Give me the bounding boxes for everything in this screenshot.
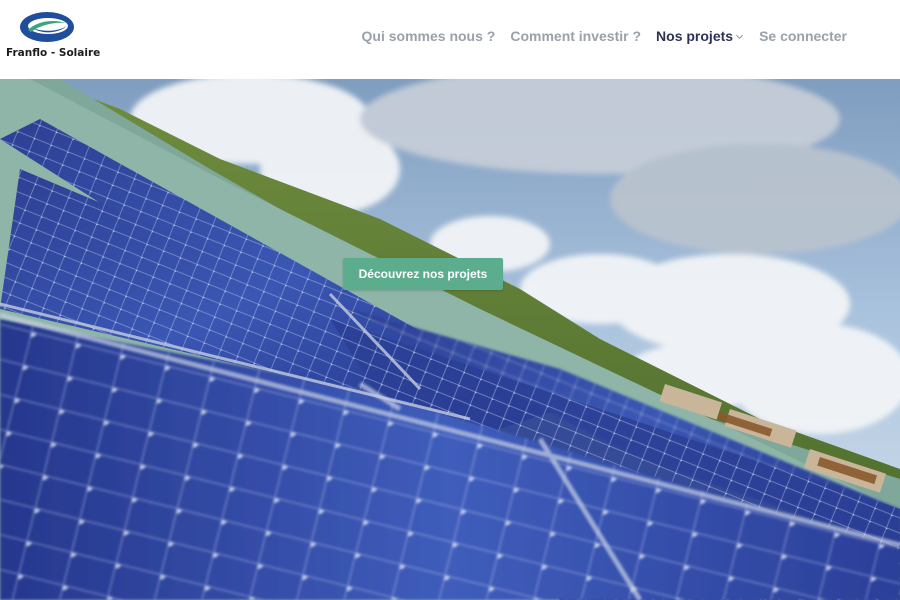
site-header: Franflo - Solaire Qui sommes nous ? Comm… [0, 0, 900, 79]
discover-projects-button[interactable]: Découvrez nos projets [343, 258, 503, 290]
brand-logo[interactable]: Franflo - Solaire [6, 10, 100, 65]
hero-solar-panels-image [0, 79, 900, 600]
nav-nos-projets[interactable]: Nos projets [656, 28, 744, 44]
nav-nos-projets-label: Nos projets [656, 28, 734, 44]
hero-banner: Découvrez nos projets [0, 79, 900, 600]
chevron-down-icon [736, 34, 744, 39]
main-nav: Qui sommes nous ? Comment investir ? Nos… [362, 28, 847, 44]
nav-comment-investir[interactable]: Comment investir ? [510, 28, 641, 44]
franflo-logo-icon [20, 12, 74, 42]
nav-qui-sommes-nous[interactable]: Qui sommes nous ? [362, 28, 496, 44]
brand-name: Franflo - Solaire [6, 47, 101, 59]
nav-se-connecter[interactable]: Se connecter [759, 28, 847, 44]
